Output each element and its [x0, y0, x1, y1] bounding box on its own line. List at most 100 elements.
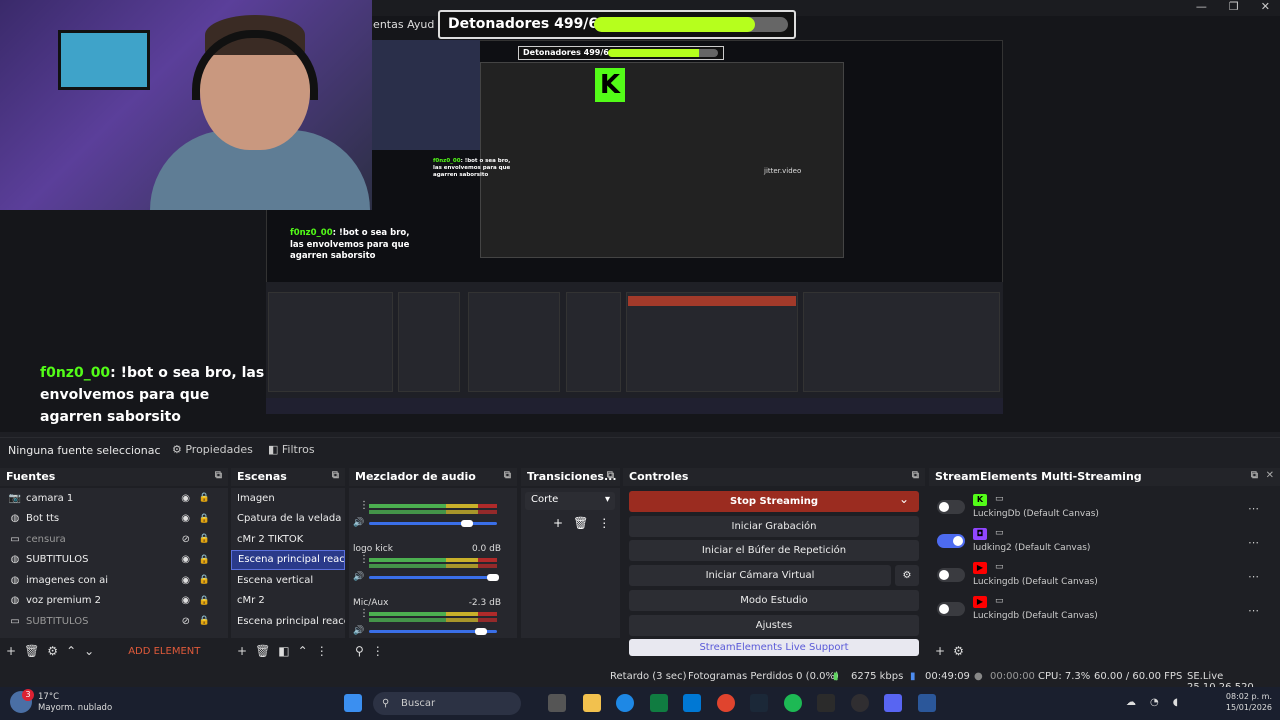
more-icon[interactable]: ⋮ — [359, 554, 369, 565]
system-tray[interactable]: ☁ ◔ ◖ — [1126, 697, 1178, 708]
gear-icon[interactable]: ⚙ — [47, 644, 58, 658]
destination-toggle[interactable] — [937, 568, 965, 582]
popout-icon[interactable]: ⧉ — [332, 470, 339, 481]
clock[interactable]: 08:02 p. m. 15/01/2026 — [1226, 691, 1272, 713]
link-icon[interactable]: ⚲ — [355, 644, 364, 658]
volume-knob[interactable] — [487, 574, 499, 581]
add-icon[interactable]: + — [237, 644, 247, 658]
destination-toggle[interactable] — [937, 602, 965, 616]
edge-icon[interactable] — [616, 694, 634, 712]
source-item[interactable]: ◍ imagenes con ai ◉ 🔒 — [0, 570, 228, 591]
source-item[interactable]: ▭ SUBTITULOS ⊘ 🔒 — [0, 611, 228, 632]
taskbar-search[interactable]: ⚲ Buscar — [373, 692, 521, 715]
source-item[interactable]: ◍ voz premium 2 ◉ 🔒 — [0, 591, 228, 612]
volume-knob[interactable] — [475, 628, 487, 635]
trash-icon[interactable]: 🗑 — [255, 644, 270, 658]
lock-icon[interactable]: 🔒 — [199, 514, 210, 524]
move-down-icon[interactable]: ⌄ — [84, 644, 94, 658]
word-icon[interactable] — [918, 694, 936, 712]
destination-toggle[interactable] — [937, 534, 965, 548]
eye-icon[interactable]: ◉ — [181, 493, 190, 504]
menu-bar-fragment[interactable]: ientas Ayud — [370, 18, 434, 31]
file-explorer-icon[interactable] — [583, 694, 601, 712]
weather-widget[interactable]: 17°C Mayorm. nublado — [38, 692, 112, 714]
destination-toggle[interactable] — [937, 500, 965, 514]
scene-item[interactable]: Escena vertical — [231, 570, 345, 591]
transition-select[interactable]: Corte ▾ — [525, 492, 615, 510]
add-icon[interactable]: + — [935, 644, 945, 658]
spotify-icon[interactable] — [784, 694, 802, 712]
close-icon[interactable]: ✕ — [1266, 470, 1274, 481]
source-item[interactable]: ◍ SUBTITULOS ◉ 🔒 — [0, 550, 228, 571]
add-icon[interactable]: + — [553, 516, 563, 530]
close-icon[interactable]: ✕ — [1261, 0, 1270, 13]
popout-icon[interactable]: ⧉ — [607, 470, 614, 481]
add-icon[interactable]: + — [6, 644, 16, 658]
volume-slider[interactable] — [369, 576, 497, 579]
filters-button[interactable]: ◧ Filtros — [268, 443, 315, 456]
more-icon[interactable]: ⋯ — [1248, 604, 1259, 617]
eye-icon[interactable]: ◉ — [181, 575, 190, 586]
windows-start-icon[interactable] — [344, 694, 362, 712]
speaker-icon[interactable]: 🔊 — [353, 518, 364, 528]
eye-off-icon[interactable]: ⊘ — [182, 616, 190, 627]
volume-slider[interactable] — [369, 522, 497, 525]
scene-item[interactable]: cMr 2 TIKTOK — [231, 529, 345, 550]
more-icon[interactable]: ⋮ — [372, 644, 384, 658]
scene-item[interactable]: cMr 2 — [231, 591, 345, 612]
cloud-icon[interactable]: ☁ — [1126, 697, 1136, 708]
discord-icon[interactable] — [884, 694, 902, 712]
settings-button[interactable]: Ajustes — [629, 614, 919, 636]
popout-icon[interactable]: ⧉ — [215, 470, 222, 481]
speaker-icon[interactable]: 🔊 — [353, 572, 364, 582]
eye-icon[interactable]: ◉ — [181, 595, 190, 606]
speaker-icon[interactable]: 🔊 — [353, 626, 364, 636]
more-icon[interactable]: ⋮ — [359, 608, 369, 619]
scene-item[interactable]: Escena principal reacc — [231, 611, 345, 632]
popout-icon[interactable]: ⧉ — [912, 470, 919, 481]
scene-item[interactable]: Cpatura de la velada — [231, 509, 345, 530]
more-icon[interactable]: ⋮ — [598, 516, 610, 530]
maximize-icon[interactable]: ❐ — [1229, 0, 1239, 13]
popout-icon[interactable]: ⧉ — [1251, 470, 1258, 481]
scene-item[interactable]: Escena principal reacc — [231, 549, 345, 570]
gear-icon[interactable]: ⚙ — [953, 644, 964, 658]
virtual-camera-button[interactable]: Iniciar Cámara Virtual — [629, 565, 891, 587]
source-item[interactable]: ◍ Bot tts ◉ 🔒 — [0, 509, 228, 530]
virtual-camera-gear-icon[interactable]: ⚙ — [895, 565, 919, 587]
move-up-icon[interactable]: ⌃ — [66, 644, 76, 658]
lock-icon[interactable]: 🔒 — [199, 596, 210, 606]
obs-icon[interactable] — [851, 694, 869, 712]
add-element-button[interactable]: ADD ELEMENT — [128, 646, 200, 657]
more-icon[interactable]: ⋮ — [316, 644, 328, 658]
start-recording-button[interactable]: Iniciar Grabación — [629, 515, 919, 537]
excel-icon[interactable] — [650, 694, 668, 712]
lock-icon[interactable]: 🔒 — [199, 493, 210, 503]
lock-icon[interactable]: 🔒 — [199, 616, 210, 626]
volume-knob[interactable] — [461, 520, 473, 527]
task-view-icon[interactable] — [548, 694, 566, 712]
filter-icon[interactable]: ◧ — [278, 644, 289, 658]
properties-button[interactable]: ⚙ Propiedades — [172, 443, 253, 456]
eye-icon[interactable]: ◉ — [181, 554, 190, 565]
lock-icon[interactable]: 🔒 — [199, 534, 210, 544]
window-controls[interactable]: — ❐ ✕ — [1196, 0, 1270, 13]
chrome-icon[interactable] — [717, 694, 735, 712]
eye-off-icon[interactable]: ⊘ — [182, 534, 190, 545]
trash-icon[interactable]: 🗑 — [573, 516, 588, 530]
wifi-icon[interactable]: ◔ — [1150, 697, 1159, 708]
studio-mode-button[interactable]: Modo Estudio — [629, 589, 919, 611]
minimize-icon[interactable]: — — [1196, 0, 1207, 13]
capcut-icon[interactable] — [817, 694, 835, 712]
more-icon[interactable]: ⋯ — [1248, 502, 1259, 515]
popout-icon[interactable]: ⧉ — [504, 470, 511, 481]
store-icon[interactable] — [683, 694, 701, 712]
more-icon[interactable]: ⋯ — [1248, 570, 1259, 583]
scene-item[interactable]: Imagen — [231, 488, 345, 509]
more-icon[interactable]: ⋮ — [359, 500, 369, 511]
replay-buffer-button[interactable]: Iniciar el Búfer de Repetición — [629, 540, 919, 562]
source-item[interactable]: 📷 camara 1 ◉ 🔒 — [0, 488, 228, 509]
lock-icon[interactable]: 🔒 — [199, 555, 210, 565]
lock-icon[interactable]: 🔒 — [199, 575, 210, 585]
live-support-button[interactable]: StreamElements Live Support — [629, 639, 919, 657]
